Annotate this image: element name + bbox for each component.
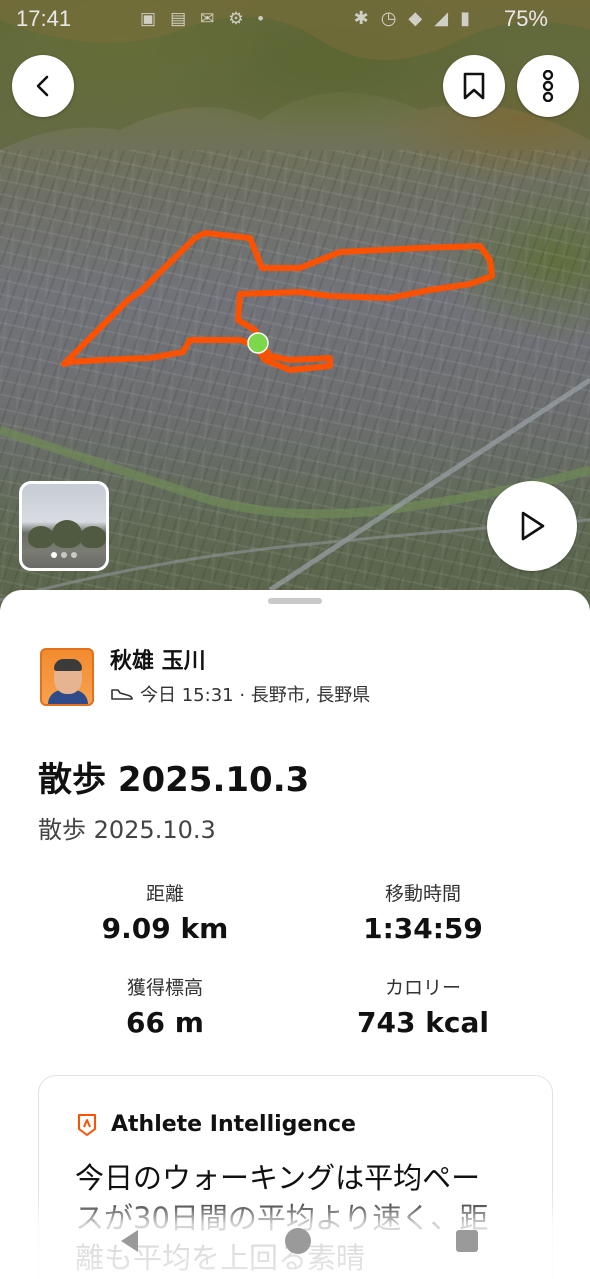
activity-meta-text: 今日 15:31 · 長野市, 長野県 — [140, 685, 371, 706]
status-left-icons: ▣ ▤ ✉ ⚙ • — [140, 9, 264, 29]
dot-icon: • — [257, 9, 264, 28]
tree-shape — [28, 526, 54, 548]
photo-thumbnail[interactable] — [19, 481, 109, 571]
drag-handle[interactable] — [268, 598, 322, 604]
play-icon — [521, 511, 545, 541]
stat-label: 移動時間 — [384, 883, 461, 905]
mail-icon: ✉ — [200, 9, 215, 28]
nav-back-icon[interactable] — [118, 1228, 142, 1254]
chat-icon: ▤ — [170, 9, 187, 28]
signal-icon: ◢ — [434, 8, 449, 28]
stat-distance: 距離 9.09 km — [45, 879, 285, 945]
tree-shape — [52, 520, 82, 548]
status-time: 17:41 — [16, 6, 72, 31]
alarm-icon: ◷ — [380, 8, 397, 28]
battery-icon: ▮ — [460, 8, 470, 28]
avatar[interactable] — [40, 648, 94, 706]
chevron-left-icon — [36, 75, 49, 97]
athlete-info: 秋雄 玉川 今日 15:31 · 長野市, 長野県 — [110, 648, 370, 707]
stat-value: 1:34:59 — [363, 912, 483, 945]
activity-title: 散歩 2025.10.3 — [38, 760, 310, 800]
photo-page-indicator — [22, 552, 106, 558]
wifi-icon: ◆ — [408, 8, 423, 28]
status-bar: 17:41 ▣ ▤ ✉ ⚙ • ✱ ◷ ◆ ◢ ▮ 75% — [0, 0, 590, 40]
route-map[interactable]: 17:41 ▣ ▤ ✉ ⚙ • ✱ ◷ ◆ ◢ ▮ 75% — [0, 0, 590, 610]
battery-level: 75% — [503, 6, 548, 31]
stat-value: 9.09 km — [101, 912, 229, 945]
stat-value: 743 kcal — [357, 1006, 489, 1039]
activity-description: 散歩 2025.10.3 — [38, 816, 216, 844]
stat-label: 距離 — [145, 883, 184, 905]
athlete-intelligence-header: Athlete Intelligence — [75, 1112, 356, 1137]
shoe-icon — [111, 689, 133, 700]
athlete-intelligence-icon — [78, 1113, 96, 1136]
more-vertical-icon — [542, 70, 554, 102]
nav-home-icon[interactable] — [285, 1228, 311, 1254]
stat-calories: カロリー 743 kcal — [303, 973, 543, 1039]
activity-sheet: 秋雄 玉川 今日 15:31 · 長野市, 長野県 散歩 2025.10.3 散… — [0, 590, 590, 1279]
play-flyover-button[interactable] — [487, 481, 577, 571]
more-options-button[interactable] — [517, 55, 579, 117]
start-marker — [247, 332, 269, 354]
tree-shape — [80, 526, 106, 548]
nav-recents-icon[interactable] — [456, 1230, 478, 1252]
page-dot — [71, 552, 77, 558]
bookmark-icon — [463, 72, 485, 100]
stat-label: カロリー — [384, 977, 461, 999]
stat-label: 獲得標高 — [126, 977, 203, 999]
stat-moving-time: 移動時間 1:34:59 — [303, 879, 543, 945]
activity-meta: 今日 15:31 · 長野市, 長野県 — [110, 681, 370, 707]
status-right-icons: ✱ ◷ ◆ ◢ ▮ — [354, 8, 470, 29]
route-line — [61, 230, 495, 373]
avatar-hair — [54, 659, 82, 671]
settings-icon: ⚙ — [228, 9, 244, 28]
back-button[interactable] — [12, 55, 74, 117]
stat-value: 66 m — [126, 1006, 204, 1039]
page-dot — [61, 552, 67, 558]
bluetooth-icon: ✱ — [353, 8, 369, 28]
athlete-header[interactable]: 秋雄 玉川 今日 15:31 · 長野市, 長野県 — [40, 648, 370, 707]
athlete-name[interactable]: 秋雄 玉川 — [110, 648, 370, 676]
page-dot — [51, 552, 57, 558]
stat-elevation-gain: 獲得標高 66 m — [45, 973, 285, 1039]
bookmark-button[interactable] — [443, 55, 505, 117]
photo-icon: ▣ — [140, 9, 157, 28]
athlete-intelligence-title: Athlete Intelligence — [111, 1112, 356, 1137]
